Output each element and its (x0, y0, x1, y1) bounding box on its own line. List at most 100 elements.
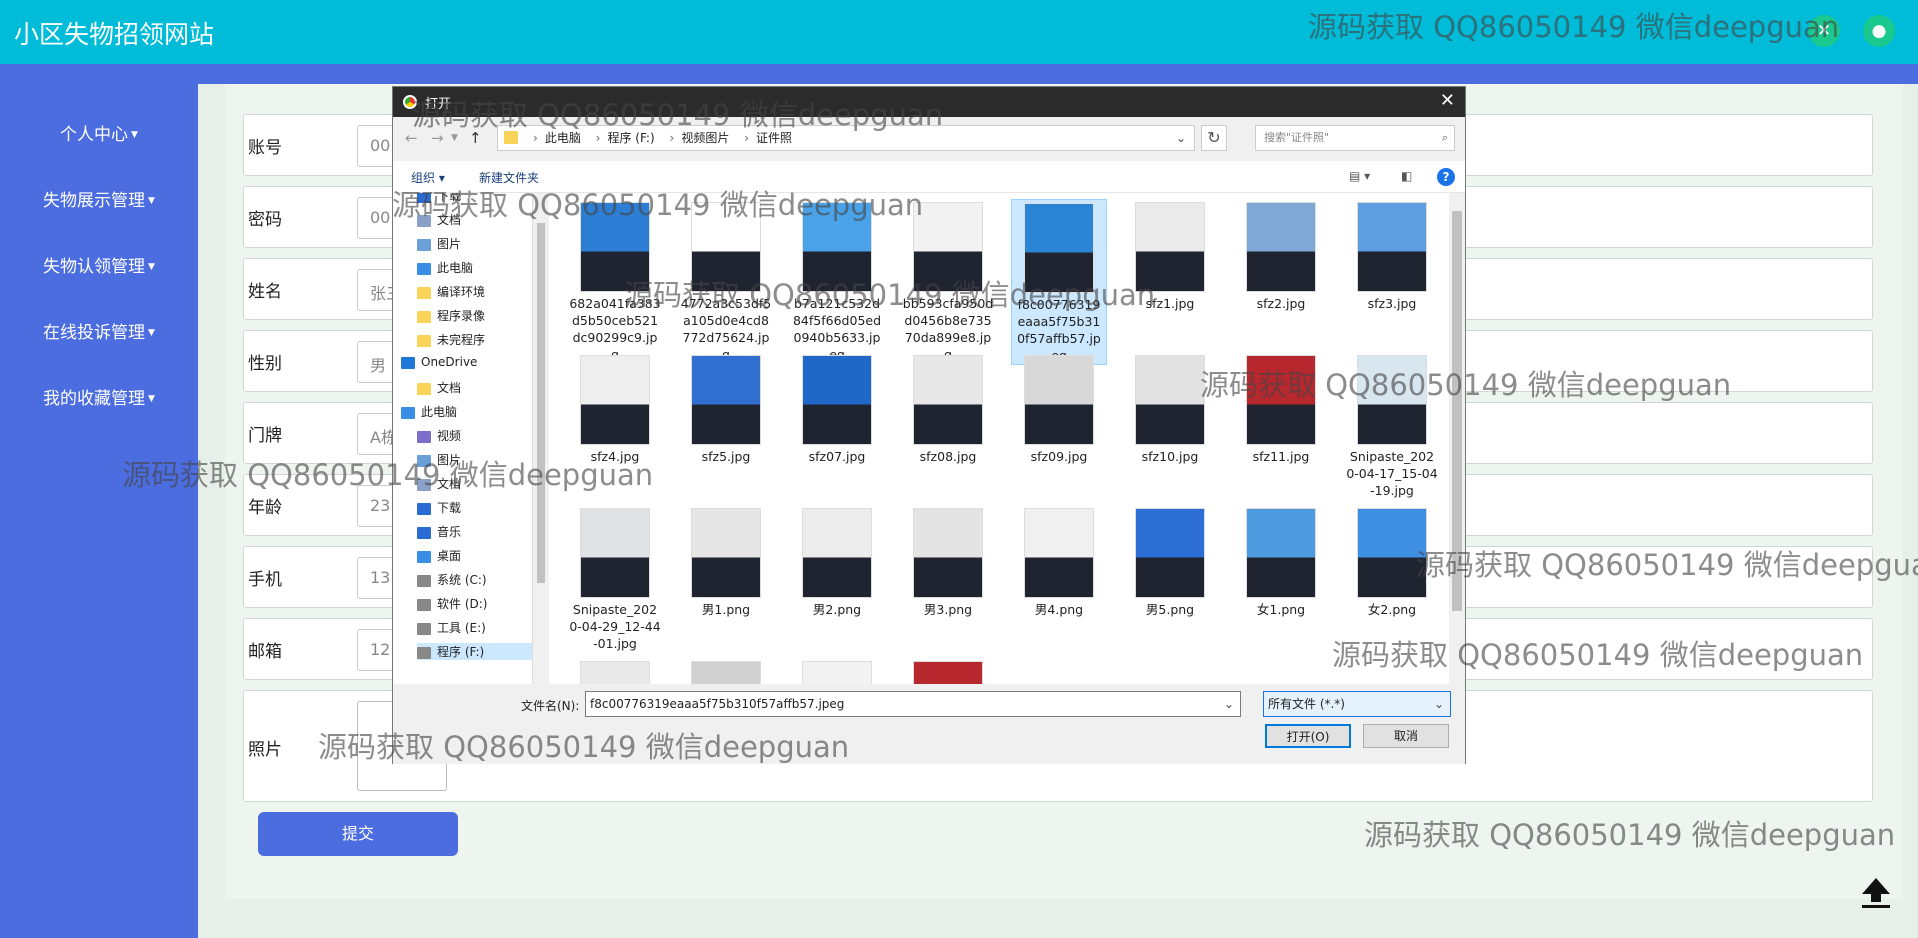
file-item[interactable]: sfz08.jpg (900, 352, 996, 465)
nav-item[interactable]: 文档 (417, 475, 461, 492)
sidebar-item-lost-items[interactable]: 失物展示管理 ▼ (0, 186, 198, 211)
file-item[interactable]: sfz1.jpg (1122, 199, 1218, 312)
filename-input[interactable]: f8c00776319eaaa5f75b310f57affb57.jpeg ⌄ (585, 691, 1241, 717)
file-item[interactable]: sfz09.jpg (1011, 352, 1107, 465)
nav-item[interactable]: 下载 (417, 499, 461, 516)
file-item[interactable] (567, 658, 663, 684)
file-item[interactable]: 男1.png (678, 505, 774, 618)
nav-item[interactable]: 软件 (D:) (417, 595, 487, 612)
dialog-titlebar: 打开 ✕ (393, 87, 1465, 117)
file-item[interactable]: 男4.png (1011, 505, 1107, 618)
nav-item-label: 文档 (437, 381, 462, 395)
file-item[interactable]: sfz5.jpg (678, 352, 774, 465)
nav-item[interactable]: 未完程序 (417, 331, 485, 348)
breadcrumb-this-pc[interactable]: 此电脑 (545, 131, 581, 145)
folder-icon (417, 310, 431, 323)
file-item[interactable]: 男3.png (900, 505, 996, 618)
user-avatar-icon[interactable]: ● (1863, 15, 1895, 47)
image-thumbnail (580, 355, 650, 445)
chevron-down-icon[interactable]: ⌄ (1176, 126, 1186, 150)
forward-arrow-icon[interactable]: → (431, 129, 444, 147)
search-input[interactable]: 搜索"证件照" ⌕ (1255, 125, 1455, 151)
file-item[interactable]: 女2.png (1344, 505, 1440, 618)
file-scrollbar[interactable] (1449, 193, 1465, 684)
organize-menu[interactable]: 组织 ▾ (411, 169, 445, 186)
navigation-pane: 下载 文档 图片 此电脑 编译环境 程序录像 未完程序 OneDrive 文档 此电脑 视频 图片 文档… (393, 193, 533, 684)
file-item[interactable] (678, 658, 774, 684)
nav-item[interactable]: 工具 (E:) (417, 619, 486, 636)
filetype-select[interactable]: 所有文件 (*.*) ⌄ (1263, 691, 1451, 717)
file-name: sfz4.jpg (590, 449, 640, 464)
sidebar-item-complaints[interactable]: 在线投诉管理 ▼ (0, 318, 198, 343)
nav-item[interactable]: OneDrive (401, 355, 477, 369)
file-item[interactable]: 男5.png (1122, 505, 1218, 618)
new-folder-button[interactable]: 新建文件夹 (479, 169, 539, 186)
nav-item[interactable]: 图片 (417, 235, 461, 252)
nav-item[interactable]: 视频 (417, 427, 461, 444)
file-item[interactable]: 男2.png (789, 505, 885, 618)
file-item[interactable]: sfz4.jpg (567, 352, 663, 465)
nav-item-label: 图片 (437, 453, 462, 467)
file-name: sfz2.jpg (1256, 296, 1306, 311)
close-icon[interactable]: ✕ (1440, 90, 1455, 111)
nav-item[interactable]: 此电脑 (401, 403, 457, 420)
refresh-icon[interactable]: ↻ (1201, 125, 1227, 151)
image-thumbnail (1024, 203, 1094, 293)
nav-item[interactable]: 文档 (417, 379, 461, 396)
nav-item[interactable]: 下载 (417, 193, 461, 204)
recent-chevron-icon[interactable]: ▼ (451, 133, 458, 143)
file-item[interactable]: sfz2.jpg (1233, 199, 1329, 312)
preview-pane-icon[interactable]: ◧ (1401, 169, 1412, 183)
breadcrumb-current[interactable]: 证件照 (756, 131, 792, 145)
breadcrumb-drive[interactable]: 程序 (F:) (607, 131, 654, 145)
file-item[interactable] (900, 658, 996, 684)
file-name: 男3.png (923, 602, 973, 617)
image-thumbnail (691, 661, 761, 684)
nav-item[interactable]: 图片 (417, 451, 461, 468)
up-arrow-icon[interactable]: ↑ (469, 129, 482, 147)
file-item[interactable]: b7a121c532d84f5f66d05ed0940b5633.jpeg (789, 199, 885, 363)
sidebar-item-claims[interactable]: 失物认领管理 ▼ (0, 252, 198, 277)
nav-item[interactable]: 编译环境 (417, 283, 485, 300)
file-item[interactable]: 682a041fa383d5b50ceb521dc90299c9.jpg (567, 199, 663, 363)
chrome-icon (403, 95, 417, 109)
file-item[interactable]: f8c00776319eaaa5f75b310f57affb57.jpeg (1011, 199, 1107, 365)
document-icon (417, 478, 431, 491)
nav-item[interactable]: 音乐 (417, 523, 461, 540)
cancel-button[interactable]: 取消 (1363, 724, 1449, 748)
file-item[interactable]: sfz10.jpg (1122, 352, 1218, 465)
file-item[interactable]: Snipaste_2020-04-29_12-44-01.jpg (567, 505, 663, 652)
file-item[interactable]: sfz07.jpg (789, 352, 885, 465)
file-item[interactable]: sfz3.jpg (1344, 199, 1440, 312)
nav-item[interactable]: 系统 (C:) (417, 571, 487, 588)
file-item[interactable]: Snipaste_2020-04-17_15-04-19.jpg (1344, 352, 1440, 499)
chevron-down-icon[interactable]: ⌄ (1224, 692, 1234, 716)
fullscreen-icon[interactable]: ✕ (1808, 15, 1840, 47)
file-item[interactable]: bb593cfa950dd0456b8e73570da899e8.jpg (900, 199, 996, 363)
nav-item[interactable]: 桌面 (417, 547, 461, 564)
file-item[interactable]: 女1.png (1233, 505, 1329, 618)
back-arrow-icon[interactable]: ← (405, 129, 418, 147)
nav-scrollbar[interactable] (536, 203, 546, 653)
sidebar-item-label: 我的收藏管理 (43, 389, 146, 409)
file-item[interactable]: sfz11.jpg (1233, 352, 1329, 465)
breadcrumb-folder[interactable]: 视频图片 (681, 131, 729, 145)
sidebar-item-profile[interactable]: 个人中心 ▼ (0, 120, 198, 145)
folder-icon (417, 286, 431, 299)
view-options-icon[interactable]: ▤ ▾ (1349, 169, 1370, 183)
help-icon[interactable]: ? (1437, 168, 1455, 186)
open-button[interactable]: 打开(O) (1265, 724, 1351, 748)
back-to-top-icon[interactable] (1858, 874, 1894, 910)
nav-item[interactable]: 程序 (F:) (417, 643, 532, 660)
nav-item[interactable]: 文档 (417, 211, 461, 228)
nav-item-label: 编译环境 (437, 285, 486, 299)
address-bar[interactable]: › 此电脑 › 程序 (F:) › 视频图片 › 证件照 ⌄ (497, 125, 1195, 151)
image-thumbnail (1357, 508, 1427, 598)
file-item[interactable] (789, 658, 885, 684)
sidebar-item-favorites[interactable]: 我的收藏管理 ▼ (0, 384, 198, 409)
nav-item[interactable]: 此电脑 (417, 259, 473, 276)
nav-item[interactable]: 程序录像 (417, 307, 485, 324)
file-item[interactable]: 4772a3c53df5a105d0e4cd8772d75624.jpg (678, 199, 774, 363)
document-icon (417, 214, 431, 227)
submit-button[interactable]: 提交 (258, 812, 458, 856)
